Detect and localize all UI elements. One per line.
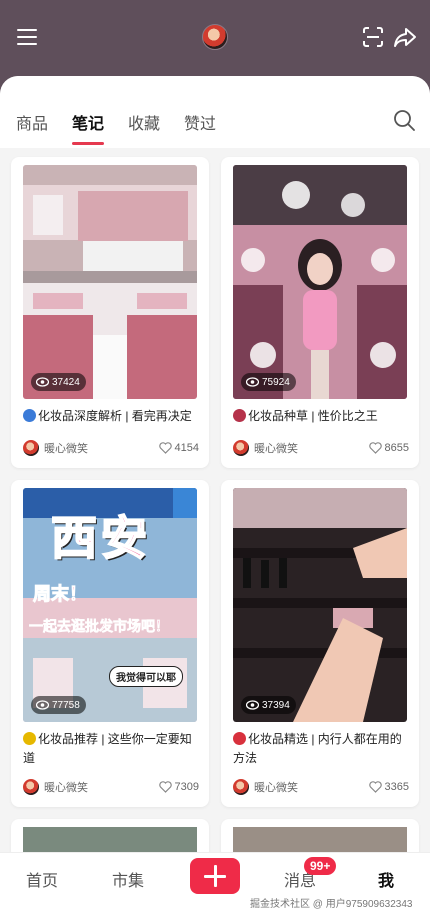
note-card[interactable]: 西安 周末！ 一起去逛批发市场吧！ 我觉得可以耶 77758 化妆品推荐 | 这… bbox=[11, 480, 209, 807]
like-button[interactable]: 4154 bbox=[158, 442, 199, 454]
heart-icon bbox=[158, 442, 172, 454]
like-count: 3365 bbox=[384, 781, 409, 793]
message-badge: 99+ bbox=[304, 857, 337, 875]
share-icon[interactable] bbox=[392, 24, 418, 50]
view-count-badge: 77758 bbox=[31, 696, 86, 714]
author-avatar[interactable] bbox=[23, 779, 39, 795]
tab-notes[interactable]: 笔记 bbox=[72, 110, 104, 134]
like-button[interactable]: 3365 bbox=[368, 781, 409, 793]
note-title: 化妆品种草 | 性价比之王 bbox=[233, 407, 409, 426]
tab-products[interactable]: 商品 bbox=[16, 110, 48, 134]
note-meta: 暖心微笑 4154 bbox=[23, 439, 199, 457]
scan-icon[interactable] bbox=[360, 24, 386, 50]
like-count: 7309 bbox=[174, 781, 199, 793]
cover-text-line2: 一起去逛批发市场吧！ bbox=[29, 618, 170, 635]
like-button[interactable]: 8655 bbox=[368, 442, 409, 454]
view-count: 37394 bbox=[262, 699, 290, 711]
target-icon bbox=[233, 732, 246, 745]
active-tab-indicator bbox=[72, 142, 104, 145]
nav-me[interactable]: 我 bbox=[378, 867, 394, 891]
author-name[interactable]: 暖心微笑 bbox=[254, 440, 298, 456]
note-meta: 暖心微笑 3365 bbox=[233, 778, 409, 796]
note-cover-image: 75924 bbox=[233, 165, 407, 399]
menu-icon[interactable] bbox=[14, 24, 40, 50]
author-name[interactable]: 暖心微笑 bbox=[44, 779, 88, 795]
like-count: 4154 bbox=[174, 442, 199, 454]
note-title: 化妆品推荐 | 这些你一定要知道 bbox=[23, 732, 192, 765]
eye-icon bbox=[246, 700, 259, 710]
author-name[interactable]: 暖心微笑 bbox=[254, 779, 298, 795]
cover-headline: 西安 bbox=[50, 510, 151, 566]
note-meta: 暖心微笑 7309 bbox=[23, 778, 199, 796]
view-count-badge: 37424 bbox=[31, 373, 86, 391]
author-avatar[interactable] bbox=[23, 440, 39, 456]
author-avatar[interactable] bbox=[233, 779, 249, 795]
profile-avatar[interactable] bbox=[202, 24, 228, 50]
author-avatar[interactable] bbox=[233, 440, 249, 456]
view-count: 75924 bbox=[262, 376, 290, 388]
tab-liked[interactable]: 赞过 bbox=[184, 110, 216, 134]
like-count: 8655 bbox=[384, 442, 409, 454]
tab-bar: 商品 笔记 收藏 赞过 bbox=[0, 76, 430, 148]
view-count: 37424 bbox=[52, 376, 80, 388]
note-title: 化妆品深度解析 | 看完再决定 bbox=[23, 407, 199, 426]
watermark: 掘金技术社区 @ 用户975909632343 bbox=[250, 899, 413, 910]
sparkle-icon bbox=[23, 732, 36, 745]
create-post-button[interactable] bbox=[190, 858, 240, 894]
note-card[interactable]: 37424 化妆品深度解析 | 看完再决定 暖心微笑 4154 bbox=[11, 157, 209, 468]
eye-icon bbox=[36, 700, 49, 710]
heart-icon bbox=[158, 781, 172, 793]
view-count-badge: 37394 bbox=[241, 696, 296, 714]
eye-icon bbox=[36, 377, 49, 387]
nav-home[interactable]: 首页 bbox=[26, 867, 58, 891]
magnifier-icon bbox=[23, 409, 36, 422]
eye-icon bbox=[246, 377, 259, 387]
tab-favorites[interactable]: 收藏 bbox=[128, 110, 160, 134]
note-card[interactable]: 37394 化妆品精选 | 内行人都在用的方法 暖心微笑 3365 bbox=[221, 480, 419, 807]
nav-market[interactable]: 市集 bbox=[112, 867, 144, 891]
note-cover-image: 37394 bbox=[233, 488, 407, 722]
note-card[interactable]: 75924 化妆品种草 | 性价比之王 暖心微笑 8655 bbox=[221, 157, 419, 468]
flower-icon bbox=[233, 409, 246, 422]
heart-icon bbox=[368, 781, 382, 793]
cover-text-line1: 周末！ bbox=[33, 584, 88, 605]
note-cover-image: 西安 周末！ 一起去逛批发市场吧！ 我觉得可以耶 77758 bbox=[23, 488, 197, 722]
like-button[interactable]: 7309 bbox=[158, 781, 199, 793]
search-icon[interactable] bbox=[392, 108, 416, 132]
author-name[interactable]: 暖心微笑 bbox=[44, 440, 88, 456]
heart-icon bbox=[368, 442, 382, 454]
cover-speech-bubble: 我觉得可以耶 bbox=[109, 666, 183, 687]
view-count: 77758 bbox=[52, 699, 80, 711]
view-count-badge: 75924 bbox=[241, 373, 296, 391]
note-title: 化妆品精选 | 内行人都在用的方法 bbox=[233, 732, 402, 765]
note-meta: 暖心微笑 8655 bbox=[233, 439, 409, 457]
note-cover-image: 37424 bbox=[23, 165, 197, 399]
